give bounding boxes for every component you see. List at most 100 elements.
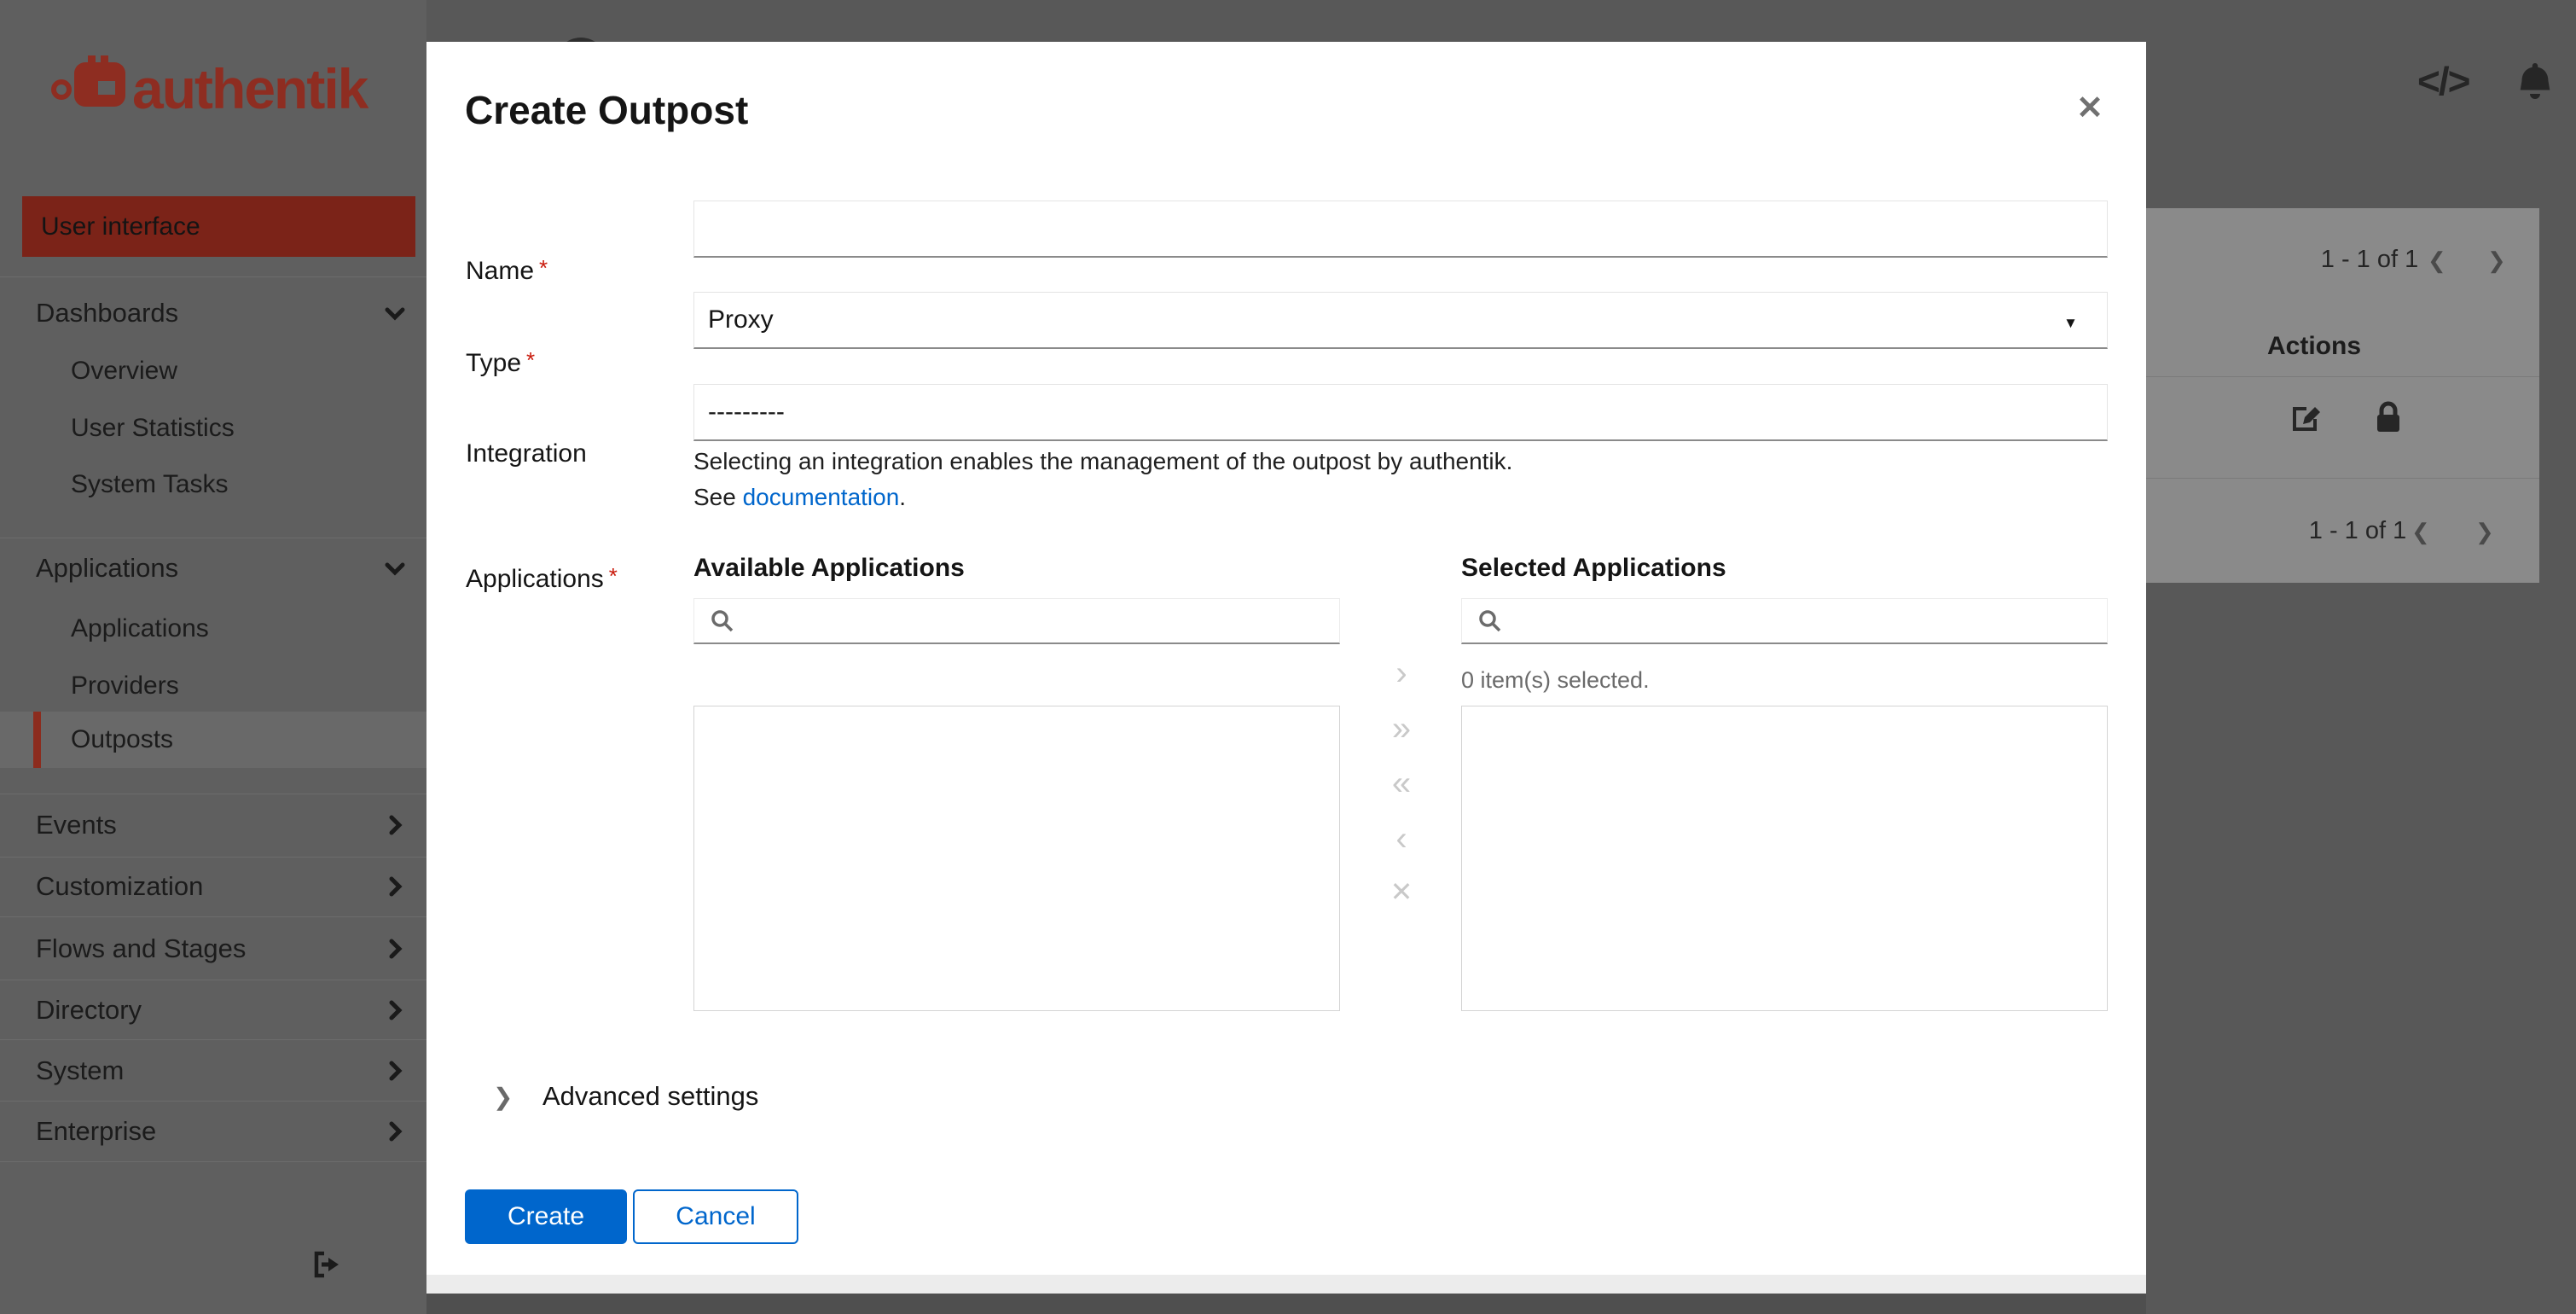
selected-search-input[interactable] [1461, 598, 2108, 644]
transfer-add-icon[interactable]: › [1372, 654, 1431, 693]
expand-chevron-icon[interactable]: ❯ [493, 1083, 513, 1111]
integration-select[interactable]: --------- [693, 384, 2108, 441]
integration-selected-value: --------- [708, 398, 785, 426]
sidebar-item-label: Applications [71, 614, 209, 642]
sidebar-item-user-interface[interactable]: User interface [22, 196, 415, 257]
required-asterisk: * [526, 347, 536, 373]
table-divider [2146, 478, 2539, 479]
sidebar-item-overview[interactable]: Overview [0, 344, 426, 398]
select-caret-icon: ▼ [2063, 315, 2078, 331]
sidebar-item-system-tasks[interactable]: System Tasks [0, 457, 426, 512]
authentik-logo: authentik [47, 47, 397, 124]
sidebar-item-label: Outposts [71, 725, 174, 753]
chevron-down-icon [382, 300, 408, 326]
sidebar-item-label: Providers [71, 672, 179, 700]
sidebar-item-label: Directory [36, 995, 142, 1025]
page-bottom-band [426, 1294, 2146, 1314]
label-text: Applications [466, 565, 604, 593]
sidebar-item-label: System Tasks [71, 470, 229, 498]
svg-text:authentik: authentik [132, 57, 369, 120]
label-text: Integration [466, 439, 587, 468]
chevron-right-icon [382, 997, 408, 1023]
chevron-down-icon [382, 555, 408, 581]
sidebar: authentik User interface Dashboards Over… [0, 0, 426, 1314]
divider [0, 857, 426, 858]
advanced-settings-toggle[interactable]: Advanced settings [542, 1081, 758, 1112]
transfer-add-all-icon[interactable]: » [1372, 710, 1431, 748]
table-divider [2146, 376, 2539, 377]
modal-title: Create Outpost [465, 88, 749, 132]
pagination-top-next-icon[interactable]: ❯ [2487, 247, 2506, 274]
label-text: Type [466, 349, 522, 377]
close-icon[interactable]: ✕ [2060, 83, 2120, 134]
logout-icon[interactable] [310, 1247, 344, 1282]
chevron-right-icon [382, 1119, 408, 1144]
sidebar-item-events[interactable]: Events [0, 798, 426, 852]
pagination-bottom-prev-icon[interactable]: ❮ [2411, 519, 2430, 545]
sidebar-item-label: System [36, 1055, 125, 1085]
sidebar-item-label: User interface [41, 212, 200, 241]
sidebar-item-dashboards[interactable]: Dashboards [0, 286, 426, 340]
integration-help-text: Selecting an integration enables the man… [693, 448, 1513, 474]
screen: </> 1 - 1 of 1 ❮ ❯ Actions 1 - 1 of 1 ❮ … [0, 0, 2576, 1314]
selected-applications-header: Selected Applications [1461, 554, 1726, 582]
applications-field-label: Applications * [466, 563, 618, 594]
divider [0, 1161, 426, 1162]
transfer-remove-all-icon[interactable]: « [1372, 765, 1431, 803]
divider [0, 276, 426, 277]
required-asterisk: * [608, 563, 618, 589]
pagination-top-prev-icon[interactable]: ❮ [2428, 247, 2446, 274]
create-button[interactable]: Create [465, 1189, 627, 1244]
chevron-right-icon [382, 936, 408, 962]
label-text: Name [466, 257, 535, 285]
cancel-button[interactable]: Cancel [633, 1189, 798, 1244]
sidebar-item-label: Enterprise [36, 1116, 157, 1146]
create-outpost-modal: Create Outpost ✕ Name * Type * Proxy ▼ Int… [426, 42, 2146, 1275]
lock-icon[interactable] [2373, 401, 2404, 433]
name-field-label: Name * [466, 255, 548, 286]
available-applications-header: Available Applications [693, 554, 965, 582]
sidebar-item-label: Flows and Stages [36, 933, 247, 963]
selected-count-status: 0 item(s) selected. [1461, 667, 1650, 693]
sidebar-item-enterprise[interactable]: Enterprise [0, 1104, 426, 1159]
sidebar-item-applications-section[interactable]: Applications [0, 541, 426, 596]
sidebar-item-label: Events [36, 810, 117, 840]
sidebar-item-user-statistics[interactable]: User Statistics [0, 401, 426, 456]
pagination-top-label: 1 - 1 of 1 [2320, 246, 2419, 273]
sidebar-item-flows-and-stages[interactable]: Flows and Stages [0, 922, 426, 976]
name-input[interactable] [693, 201, 2108, 258]
type-field-label: Type * [466, 347, 535, 378]
chevron-right-icon [382, 874, 408, 899]
sidebar-item-applications[interactable]: Applications [0, 602, 426, 656]
api-code-icon[interactable]: </> [2417, 58, 2470, 104]
chevron-right-icon [382, 1058, 408, 1084]
notifications-bell-icon[interactable] [2515, 60, 2556, 104]
type-select[interactable]: Proxy ▼ [693, 292, 2108, 349]
integration-field-label: Integration [466, 439, 587, 468]
sidebar-item-label: User Statistics [71, 414, 235, 442]
sidebar-item-label: Applications [36, 553, 179, 583]
sidebar-item-providers[interactable]: Providers [0, 659, 426, 713]
help-period: . [899, 484, 907, 510]
selected-applications-list[interactable] [1461, 706, 2108, 1011]
transfer-remove-icon[interactable]: ‹ [1372, 820, 1431, 858]
documentation-link[interactable]: documentation [743, 484, 900, 510]
sidebar-item-label: Customization [36, 871, 204, 901]
available-search-input[interactable] [693, 598, 1340, 644]
sidebar-item-outposts[interactable]: Outposts [0, 712, 426, 767]
divider [0, 1039, 426, 1040]
pagination-bottom-next-icon[interactable]: ❯ [2475, 519, 2494, 545]
type-selected-value: Proxy [708, 305, 774, 334]
required-asterisk: * [539, 255, 548, 281]
search-icon [710, 608, 735, 634]
transfer-clear-icon[interactable]: ✕ [1372, 875, 1431, 908]
edit-icon[interactable] [2289, 400, 2324, 434]
sidebar-item-directory[interactable]: Directory [0, 983, 426, 1038]
search-icon [1477, 608, 1503, 634]
sidebar-item-label: Dashboards [36, 298, 179, 328]
sidebar-item-system[interactable]: System [0, 1044, 426, 1098]
sidebar-item-customization[interactable]: Customization [0, 859, 426, 914]
sidebar-item-label: Overview [71, 357, 178, 385]
available-applications-list[interactable] [693, 706, 1340, 1011]
modal-bottom-strip [426, 1275, 2146, 1294]
